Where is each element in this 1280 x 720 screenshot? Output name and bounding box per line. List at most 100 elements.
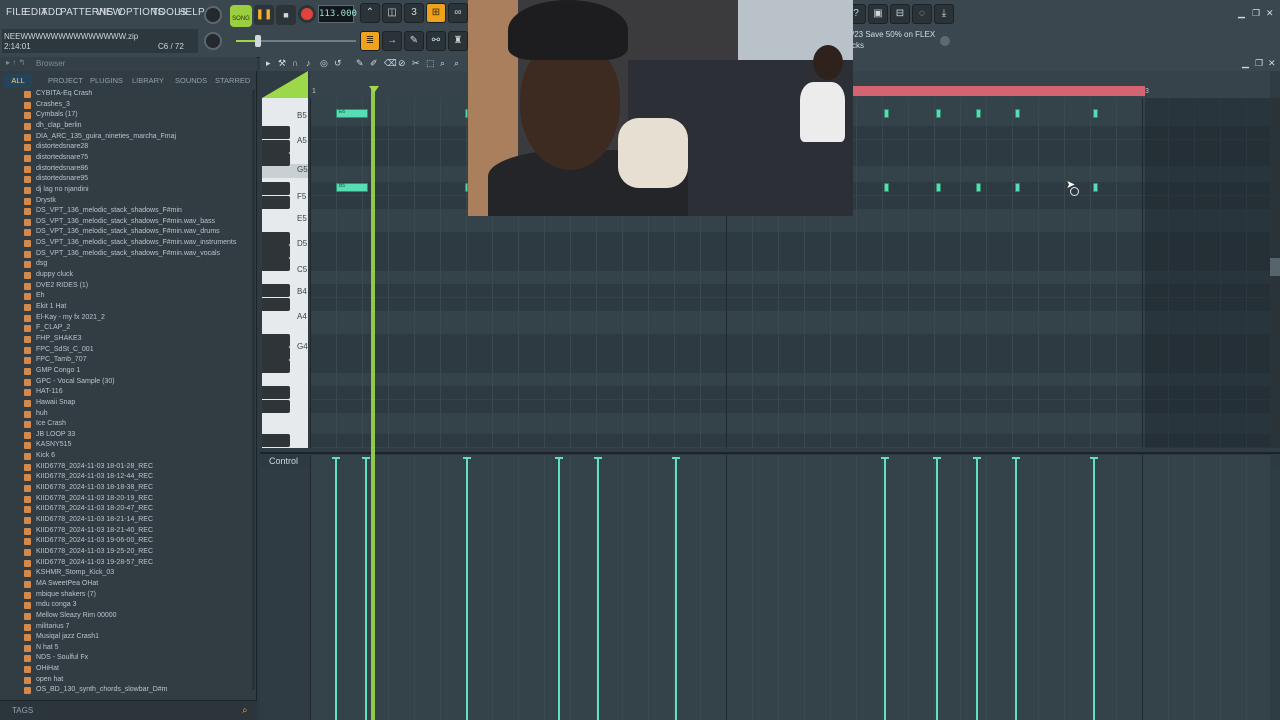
black-key[interactable] bbox=[262, 360, 290, 373]
list-item[interactable]: FPC_SdSt_C_001 bbox=[0, 346, 257, 357]
master-knob[interactable] bbox=[204, 32, 222, 50]
list-item[interactable]: KIID6778_2024-11-03 18-20-19_REC bbox=[0, 495, 257, 506]
list-item[interactable]: N hat 5 bbox=[0, 644, 257, 655]
song-mode-button[interactable]: SONG bbox=[230, 5, 252, 27]
black-key[interactable] bbox=[262, 153, 290, 166]
velocity-bar[interactable] bbox=[933, 457, 941, 720]
note[interactable]: B5 bbox=[336, 183, 368, 192]
velocity-bar[interactable] bbox=[1012, 457, 1020, 720]
countdown-icon[interactable]: 3 bbox=[404, 3, 424, 23]
link-icon[interactable]: ⚯ bbox=[426, 31, 446, 51]
list-item[interactable]: Mellow Sleazy Rim 00000 bbox=[0, 612, 257, 623]
note[interactable]: E6 bbox=[336, 109, 368, 118]
zoom-icon[interactable]: ⌕ bbox=[440, 58, 445, 69]
note[interactable] bbox=[976, 183, 981, 192]
record-button[interactable] bbox=[298, 5, 316, 23]
list-item[interactable]: mbique shakers (7) bbox=[0, 591, 257, 602]
list-item[interactable]: DVE2 RIDES (1) bbox=[0, 282, 257, 293]
list-item[interactable]: distortedsnare95 bbox=[0, 175, 257, 186]
list-item[interactable]: F_CLAP_2 bbox=[0, 324, 257, 335]
overdub-icon[interactable]: ∞ bbox=[448, 3, 468, 23]
metronome-icon[interactable]: ⌃ bbox=[360, 3, 380, 23]
list-item[interactable]: CYBITA-Eq Crash bbox=[0, 90, 257, 101]
list-item[interactable]: Hawaii Snap bbox=[0, 399, 257, 410]
browser-scrollbar[interactable] bbox=[252, 90, 255, 690]
stop-button[interactable]: ■ bbox=[276, 5, 296, 25]
list-item[interactable]: FPC_Tamb_707 bbox=[0, 356, 257, 367]
step-edit-icon[interactable]: ⊞ bbox=[426, 3, 446, 23]
list-item[interactable]: OHiHat bbox=[0, 665, 257, 676]
list-item[interactable]: DS_VPT_136_melodic_stack_shadows_F#min.w… bbox=[0, 218, 257, 229]
playhead[interactable] bbox=[371, 86, 375, 720]
list-item[interactable]: militarius 7 bbox=[0, 623, 257, 634]
brush-icon[interactable]: ✎ bbox=[404, 31, 424, 51]
black-key[interactable] bbox=[262, 258, 290, 271]
note[interactable] bbox=[936, 109, 941, 118]
velocity-lane[interactable] bbox=[310, 455, 1270, 720]
list-item[interactable]: Cymbals (17) bbox=[0, 111, 257, 122]
black-key[interactable] bbox=[262, 434, 290, 447]
black-key[interactable] bbox=[262, 298, 290, 311]
promo-icon[interactable] bbox=[940, 36, 950, 46]
black-key[interactable] bbox=[262, 245, 290, 258]
list-item[interactable]: HAT-116 bbox=[0, 388, 257, 399]
list-item[interactable]: dsg bbox=[0, 260, 257, 271]
list-item[interactable]: GPC - Vocal Sample (30) bbox=[0, 378, 257, 389]
tab-project[interactable]: PROJECT bbox=[48, 76, 83, 85]
list-item[interactable]: distortedsnare75 bbox=[0, 154, 257, 165]
black-key[interactable] bbox=[262, 284, 290, 297]
list-item[interactable]: mdu conga 3 bbox=[0, 601, 257, 612]
list-item[interactable]: Drystk bbox=[0, 197, 257, 208]
playback-icon[interactable]: ⌕ bbox=[454, 58, 459, 69]
piano-keyboard[interactable]: E6D6C6B5A5G5F5E5D5C5B4A4G4 bbox=[262, 98, 308, 448]
pr-minimize-icon[interactable]: ▁ bbox=[1242, 58, 1249, 69]
list-item[interactable]: KIID6778_2024-11-03 18-12-44_REC bbox=[0, 473, 257, 484]
list-item[interactable]: FHP_SHAKE3 bbox=[0, 335, 257, 346]
list-item[interactable]: DIA_ARC_135_guira_nineties_marcha_Fmaj bbox=[0, 133, 257, 144]
note[interactable] bbox=[976, 109, 981, 118]
list-item[interactable]: KASNY515 bbox=[0, 441, 257, 452]
list-item[interactable]: Musiqal jazz Crash1 bbox=[0, 633, 257, 644]
master-pitch-knob[interactable] bbox=[204, 6, 222, 24]
list-item[interactable]: KIID6778_2024-11-03 19-28-57_REC bbox=[0, 559, 257, 570]
master-volume-handle[interactable] bbox=[255, 35, 261, 47]
mute-icon[interactable]: ⊘ bbox=[398, 58, 406, 69]
list-item[interactable]: DS_VPT_136_melodic_stack_shadows_F#min.w… bbox=[0, 250, 257, 261]
pr-restore-icon[interactable]: ❐ bbox=[1255, 58, 1263, 69]
velocity-bar[interactable] bbox=[463, 457, 471, 720]
black-key[interactable] bbox=[262, 182, 290, 195]
tab-starred[interactable]: STARRED bbox=[215, 76, 250, 85]
list-item[interactable]: KIID6778_2024-11-03 19-25-20_REC bbox=[0, 548, 257, 559]
wait-input-icon[interactable]: ◫ bbox=[382, 3, 402, 23]
list-item[interactable]: Eh bbox=[0, 292, 257, 303]
velocity-bar[interactable] bbox=[1090, 457, 1098, 720]
velocity-bar[interactable] bbox=[881, 457, 889, 720]
list-item[interactable]: DS_VPT_136_melodic_stack_shadows_F#min.w… bbox=[0, 228, 257, 239]
note[interactable] bbox=[884, 109, 889, 118]
black-key[interactable] bbox=[262, 196, 290, 209]
list-item[interactable]: Kick 6 bbox=[0, 452, 257, 463]
list-item[interactable]: open hat bbox=[0, 676, 257, 687]
list-item[interactable]: Ekit 1 Hat bbox=[0, 303, 257, 314]
tab-all[interactable]: ALL bbox=[4, 74, 32, 88]
paint-icon[interactable]: ✐ bbox=[370, 58, 378, 69]
pencil-icon[interactable]: ✎ bbox=[356, 58, 364, 69]
list-item[interactable]: distortedsnare28 bbox=[0, 143, 257, 154]
list-item[interactable]: NDS - Soulful Fx bbox=[0, 654, 257, 665]
velocity-bar[interactable] bbox=[362, 457, 370, 720]
black-key[interactable] bbox=[262, 386, 290, 399]
browser-nav-icon[interactable]: ▸ ↑ ↰ bbox=[6, 58, 25, 67]
note[interactable] bbox=[1093, 109, 1098, 118]
velocity-bar[interactable] bbox=[594, 457, 602, 720]
list-item[interactable]: JB LOOP 33 bbox=[0, 431, 257, 442]
velocity-bar[interactable] bbox=[332, 457, 340, 720]
piano-roll-scroll-thumb[interactable] bbox=[1270, 258, 1280, 276]
pr-note-icon[interactable]: ♪ bbox=[306, 58, 311, 68]
black-key[interactable] bbox=[262, 334, 290, 347]
black-key[interactable] bbox=[262, 400, 290, 413]
black-key[interactable] bbox=[262, 126, 290, 139]
slice-icon[interactable]: ✂ bbox=[412, 58, 420, 69]
black-key[interactable] bbox=[262, 140, 290, 153]
list-item[interactable]: El-Kay - my fx 2021_2 bbox=[0, 314, 257, 325]
save-icon[interactable]: ▣ bbox=[868, 4, 888, 24]
